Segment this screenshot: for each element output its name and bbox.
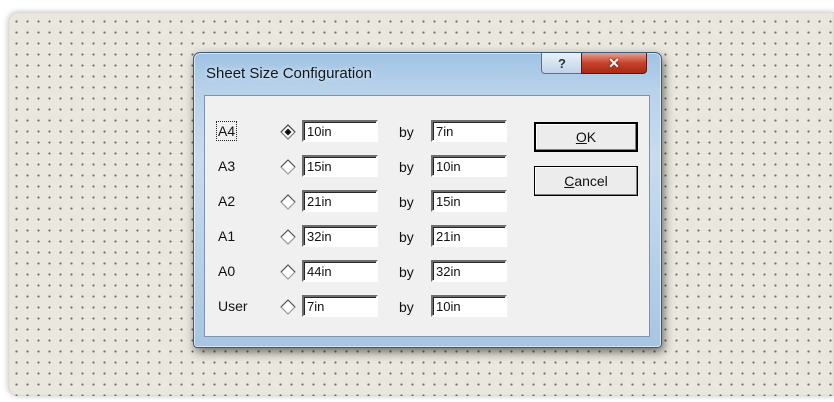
size-label-a4: A4 (215, 121, 238, 141)
height-field-a0[interactable] (431, 260, 507, 282)
size-label-a1: A1 (218, 228, 236, 244)
radio-a2[interactable] (280, 194, 296, 210)
close-button[interactable]: ✕ (581, 53, 647, 74)
width-field-a1[interactable] (302, 225, 378, 247)
cancel-mnemonic: C (564, 173, 575, 189)
height-field-a4[interactable] (431, 120, 507, 142)
height-field-a1[interactable] (431, 225, 507, 247)
size-row-a1: A1 by (205, 225, 525, 251)
height-field-a3[interactable] (431, 155, 507, 177)
ok-mnemonic: O (575, 129, 587, 145)
by-label: by (399, 194, 414, 210)
height-field-a2[interactable] (431, 190, 507, 212)
width-field-user[interactable] (302, 295, 378, 317)
radio-a3[interactable] (280, 159, 296, 175)
radio-a4[interactable] (280, 124, 296, 140)
size-row-a2: A2 by (205, 190, 525, 216)
size-label-a3: A3 (218, 158, 236, 174)
by-label: by (399, 264, 414, 280)
ok-button[interactable]: OK (534, 122, 638, 152)
radio-user[interactable] (280, 299, 296, 315)
by-label: by (399, 159, 414, 175)
height-field-user[interactable] (431, 295, 507, 317)
width-field-a0[interactable] (302, 260, 378, 282)
dialog-client-area: A4 by A3 by A2 (204, 95, 650, 337)
size-label-user: User (218, 298, 248, 314)
width-field-a4[interactable] (302, 120, 378, 142)
by-label: by (399, 124, 414, 140)
radio-a1[interactable] (280, 229, 296, 245)
close-icon: ✕ (608, 54, 620, 71)
size-row-a3: A3 by (205, 155, 525, 181)
ok-label-rest: K (586, 129, 597, 145)
width-field-a2[interactable] (302, 190, 378, 212)
help-icon: ? (558, 55, 566, 71)
cancel-label-rest: ancel (574, 173, 608, 189)
sheet-size-dialog: Sheet Size Configuration ? ✕ A4 by A3 by (193, 52, 662, 348)
help-button[interactable]: ? (541, 53, 583, 74)
radio-a0[interactable] (280, 264, 296, 280)
by-label: by (399, 299, 414, 315)
dialog-title: Sheet Size Configuration (206, 65, 372, 82)
cancel-button[interactable]: Cancel (534, 166, 638, 196)
by-label: by (399, 229, 414, 245)
size-row-user: User by (205, 295, 525, 321)
size-row-a0: A0 by (205, 260, 525, 286)
size-label-a2: A2 (218, 193, 236, 209)
size-label-a0: A0 (218, 263, 236, 279)
size-row-a4: A4 by (205, 120, 525, 146)
width-field-a3[interactable] (302, 155, 378, 177)
